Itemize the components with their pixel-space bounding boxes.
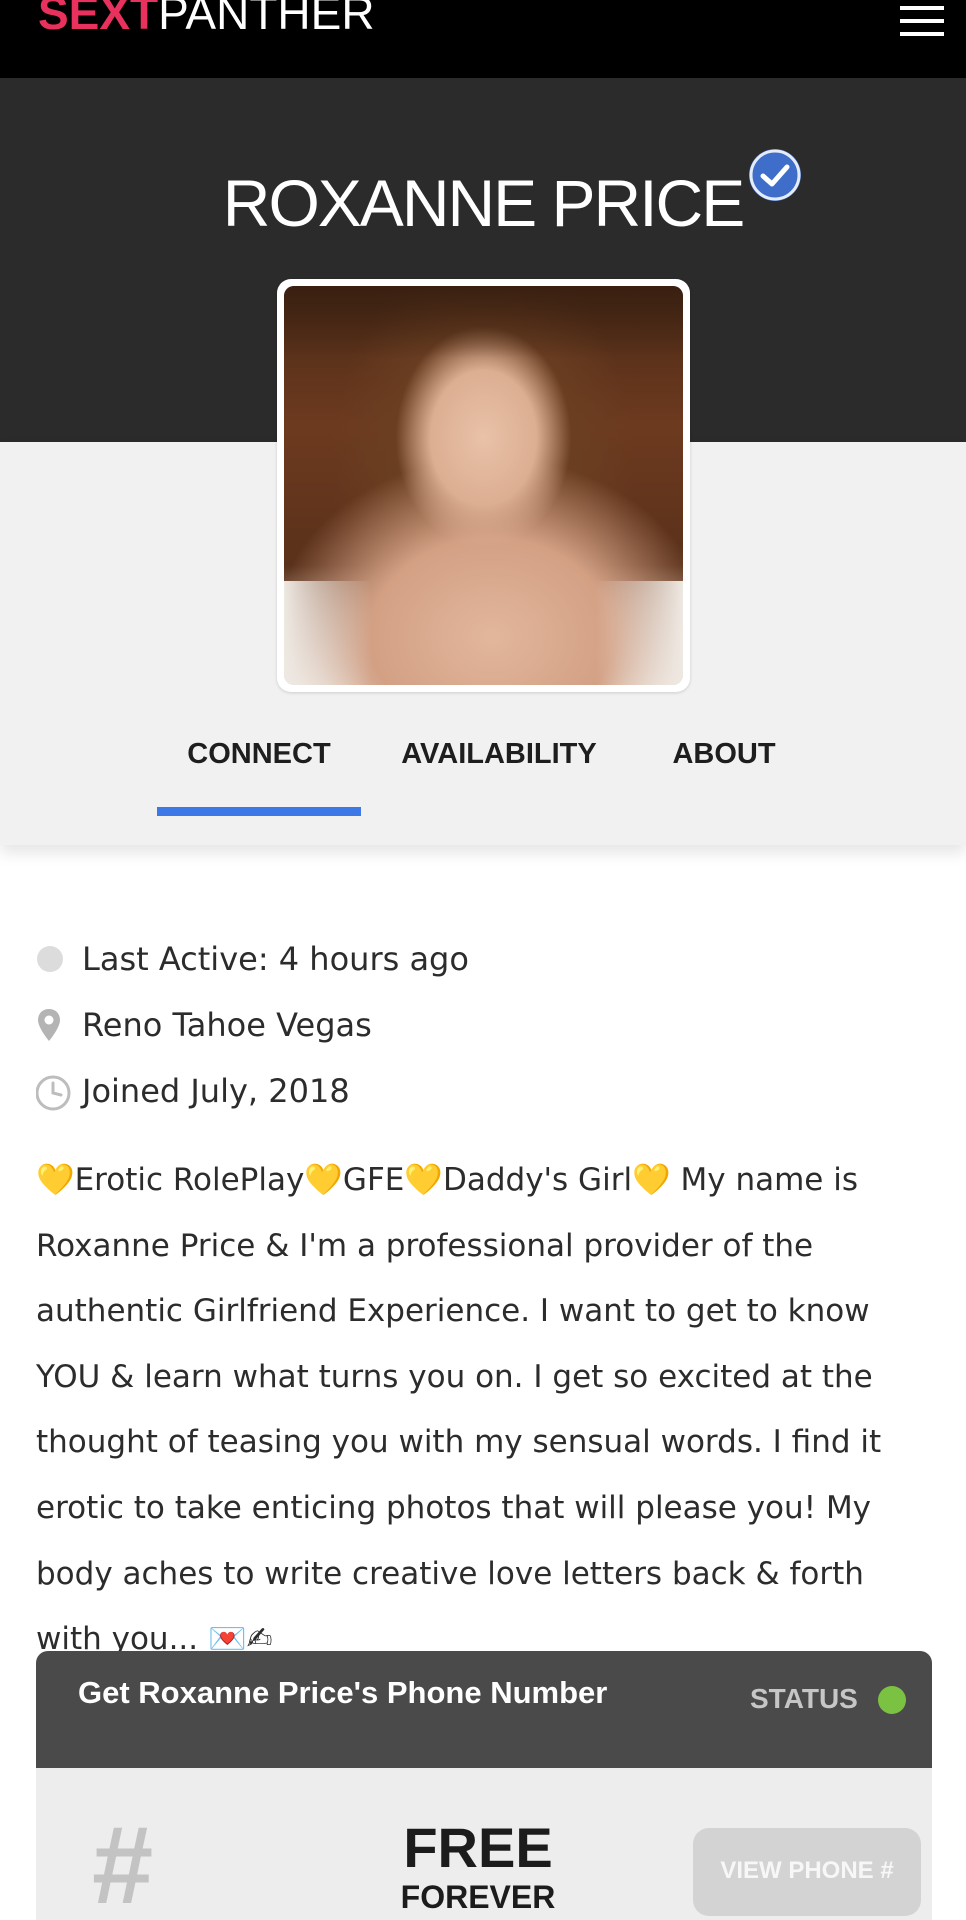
clock-icon — [35, 1074, 71, 1111]
phone-card-title: Get Roxanne Price's Phone Number — [78, 1675, 608, 1710]
location-text: Reno Tahoe Vegas — [82, 1006, 372, 1044]
profile-photo[interactable] — [277, 279, 690, 692]
joined-text: Joined July, 2018 — [82, 1072, 350, 1110]
profile-name: ROXANNE PRICE — [222, 166, 745, 240]
last-active-text: Last Active: 4 hours ago — [82, 940, 469, 978]
site-logo[interactable]: SEXTPANTHER — [38, 0, 375, 36]
logo-part-2: PANTHER — [158, 0, 375, 39]
profile-photo-image — [284, 286, 683, 685]
active-tab-indicator — [157, 807, 361, 816]
tab-availability[interactable]: AVAILABILITY — [400, 735, 598, 773]
hamburger-menu-icon[interactable] — [900, 4, 944, 38]
tab-about[interactable]: ABOUT — [660, 735, 788, 773]
status-label: STATUS — [750, 1683, 858, 1714]
phone-number-card: Get Roxanne Price's Phone Number STATUS … — [36, 1651, 932, 1920]
verified-check-icon — [749, 149, 801, 201]
map-pin-icon — [36, 1008, 66, 1042]
price-label: FREE FOREVER — [336, 1816, 620, 1916]
phone-card-header: Get Roxanne Price's Phone Number STATUS — [36, 1651, 932, 1768]
status-online-indicator — [878, 1686, 906, 1714]
price-big: FREE — [403, 1816, 553, 1879]
price-small: FOREVER — [400, 1879, 556, 1915]
logo-part-1: SEXT — [38, 0, 159, 39]
tab-connect[interactable]: CONNECT — [157, 735, 361, 773]
hash-icon: # — [92, 1804, 154, 1920]
profile-tabs: CONNECT AVAILABILITY ABOUT — [0, 735, 966, 816]
top-nav-bar: SEXTPANTHER — [0, 0, 966, 78]
view-phone-button[interactable]: VIEW PHONE # — [693, 1828, 921, 1916]
profile-bio: 💛Erotic RolePlay💛GFE💛Daddy's Girl💛 My na… — [36, 1162, 882, 1658]
status-dot-icon — [36, 942, 66, 976]
